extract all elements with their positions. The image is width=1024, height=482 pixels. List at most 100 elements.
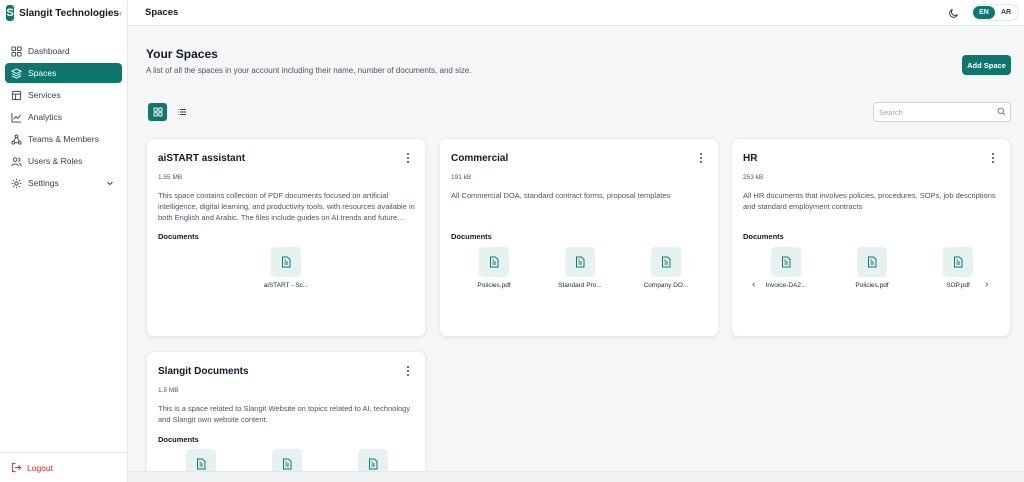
logout-button[interactable]: Logout	[11, 462, 53, 473]
sidebar-item-label: Users & Roles	[28, 156, 83, 166]
document-tile	[771, 247, 801, 277]
sidebar-item-analytics[interactable]: Analytics	[5, 107, 122, 127]
grid-view-button[interactable]	[148, 103, 167, 121]
users-icon	[11, 156, 22, 166]
file-icon	[954, 256, 963, 268]
documents-label: Documents	[743, 232, 784, 241]
teams-icon	[11, 133, 22, 145]
space-card-size: 1.5 MB	[158, 387, 179, 394]
space-card-size: 191 kB	[451, 174, 472, 181]
bottom-bar	[128, 471, 1024, 482]
sidebar: S Slangit Technologies ‹ Dashboard Space…	[0, 0, 128, 482]
document-tile	[857, 247, 887, 277]
collapse-sidebar-icon[interactable]: ‹	[119, 8, 122, 18]
language-switch: EN AR	[971, 4, 1019, 21]
space-card-description: All HR documents that involves policies,…	[743, 191, 996, 211]
search-input[interactable]	[874, 103, 992, 121]
file-icon	[197, 458, 206, 470]
document-name: SOP.pdf	[946, 282, 970, 289]
more-vertical-icon[interactable]	[405, 152, 411, 164]
space-card-size: 1.55 MB	[158, 174, 183, 181]
document-item[interactable]: Standard Pro...	[545, 247, 615, 289]
sidebar-nav: Dashboard Spaces Services Analytics Team…	[5, 41, 122, 195]
document-name: Policies.pdf	[477, 282, 511, 289]
document-tile	[271, 247, 301, 277]
file-icon	[490, 256, 499, 268]
document-item[interactable]: Company DO...	[631, 247, 701, 289]
sidebar-item-label: Spaces	[28, 68, 57, 78]
document-item[interactable]: Policies.pdf	[459, 247, 529, 289]
space-card-size: 253 kB	[743, 174, 764, 181]
page-title: Your Spaces	[146, 47, 218, 61]
document-name: Standard Pro...	[558, 282, 602, 289]
document-tile	[651, 247, 681, 277]
list-icon	[177, 109, 186, 115]
document-name: Policies.pdf	[855, 282, 889, 289]
more-vertical-icon[interactable]	[990, 152, 996, 164]
brand-name: Slangit Technologies	[19, 7, 119, 19]
documents-label: Documents	[158, 435, 199, 444]
brand-logo: S	[6, 5, 15, 21]
sidebar-item-spaces[interactable]: Spaces	[5, 63, 122, 83]
carousel-next-icon[interactable]: ›	[985, 279, 988, 290]
document-tile	[565, 247, 595, 277]
space-card-title: Commercial	[451, 153, 509, 164]
grid-icon	[153, 107, 163, 117]
sidebar-item-label: Teams & Members	[28, 134, 99, 144]
space-card-aistart[interactable]: aiSTART assistant 1.55 MB This space con…	[146, 138, 426, 337]
search-box	[873, 102, 1011, 122]
file-icon	[369, 458, 378, 470]
sidebar-item-settings[interactable]: Settings	[5, 173, 122, 193]
document-name: Invoice-DA2...	[765, 282, 807, 289]
layers-icon	[11, 67, 22, 79]
more-vertical-icon[interactable]	[405, 365, 411, 377]
list-view-button[interactable]	[172, 103, 191, 121]
sidebar-item-label: Dashboard	[28, 46, 70, 56]
page-header-title: Spaces	[145, 7, 179, 18]
space-card-description: This space contains collection of PDF do…	[158, 191, 415, 222]
dashboard-icon	[11, 45, 22, 57]
sidebar-item-teams-members[interactable]: Teams & Members	[5, 129, 122, 149]
file-icon	[282, 256, 291, 268]
services-icon	[11, 90, 22, 100]
space-card-title: HR	[743, 153, 758, 164]
sidebar-item-label: Settings	[28, 178, 59, 188]
sidebar-divider	[0, 452, 128, 453]
main-content: Your Spaces A list of all the spaces in …	[128, 27, 1024, 482]
space-card-hr[interactable]: HR 253 kB All HR documents that involves…	[731, 138, 1011, 337]
document-item[interactable]: Policies.pdf	[837, 247, 907, 289]
document-tile	[479, 247, 509, 277]
document-name: Company DO...	[643, 282, 689, 289]
space-card-description: All Commercial DOA, standard contract fo…	[451, 191, 671, 200]
sidebar-item-dashboard[interactable]: Dashboard	[5, 41, 122, 61]
file-icon	[662, 256, 671, 268]
search-icon[interactable]	[997, 107, 1006, 116]
page-subtitle: A list of all the spaces in your account…	[146, 66, 472, 75]
file-icon	[868, 256, 877, 268]
documents-label: Documents	[158, 232, 199, 241]
document-tile	[943, 247, 973, 277]
space-card-description: This is a space related to Slangit Websi…	[158, 404, 411, 424]
file-icon	[283, 458, 292, 470]
add-space-button[interactable]: Add Space	[962, 55, 1011, 75]
sidebar-item-services[interactable]: Services	[5, 85, 122, 105]
sidebar-item-label: Services	[28, 90, 61, 100]
sidebar-item-label: Analytics	[28, 112, 63, 122]
file-icon	[782, 256, 791, 268]
lang-ar-button[interactable]: AR	[995, 6, 1017, 19]
document-item[interactable]: Invoice-DA2...	[751, 247, 821, 289]
lang-en-button[interactable]: EN	[973, 6, 995, 19]
more-vertical-icon[interactable]	[698, 152, 704, 164]
logout-icon	[11, 462, 22, 473]
documents-label: Documents	[451, 232, 492, 241]
logout-label: Logout	[27, 462, 53, 473]
space-card-title: Slangit Documents	[158, 366, 249, 377]
chevron-down-icon	[107, 181, 113, 186]
document-item[interactable]: aiSTART - Sc...	[251, 247, 321, 289]
sidebar-item-users-roles[interactable]: Users & Roles	[5, 151, 122, 171]
space-card-commercial[interactable]: Commercial 191 kB All Commercial DOA, st…	[439, 138, 719, 337]
space-card-slangit-documents[interactable]: Slangit Documents 1.5 MB This is a space…	[146, 351, 426, 482]
document-item[interactable]: SOP.pdf	[923, 247, 993, 289]
gear-icon	[11, 178, 22, 188]
moon-icon[interactable]	[948, 7, 960, 19]
